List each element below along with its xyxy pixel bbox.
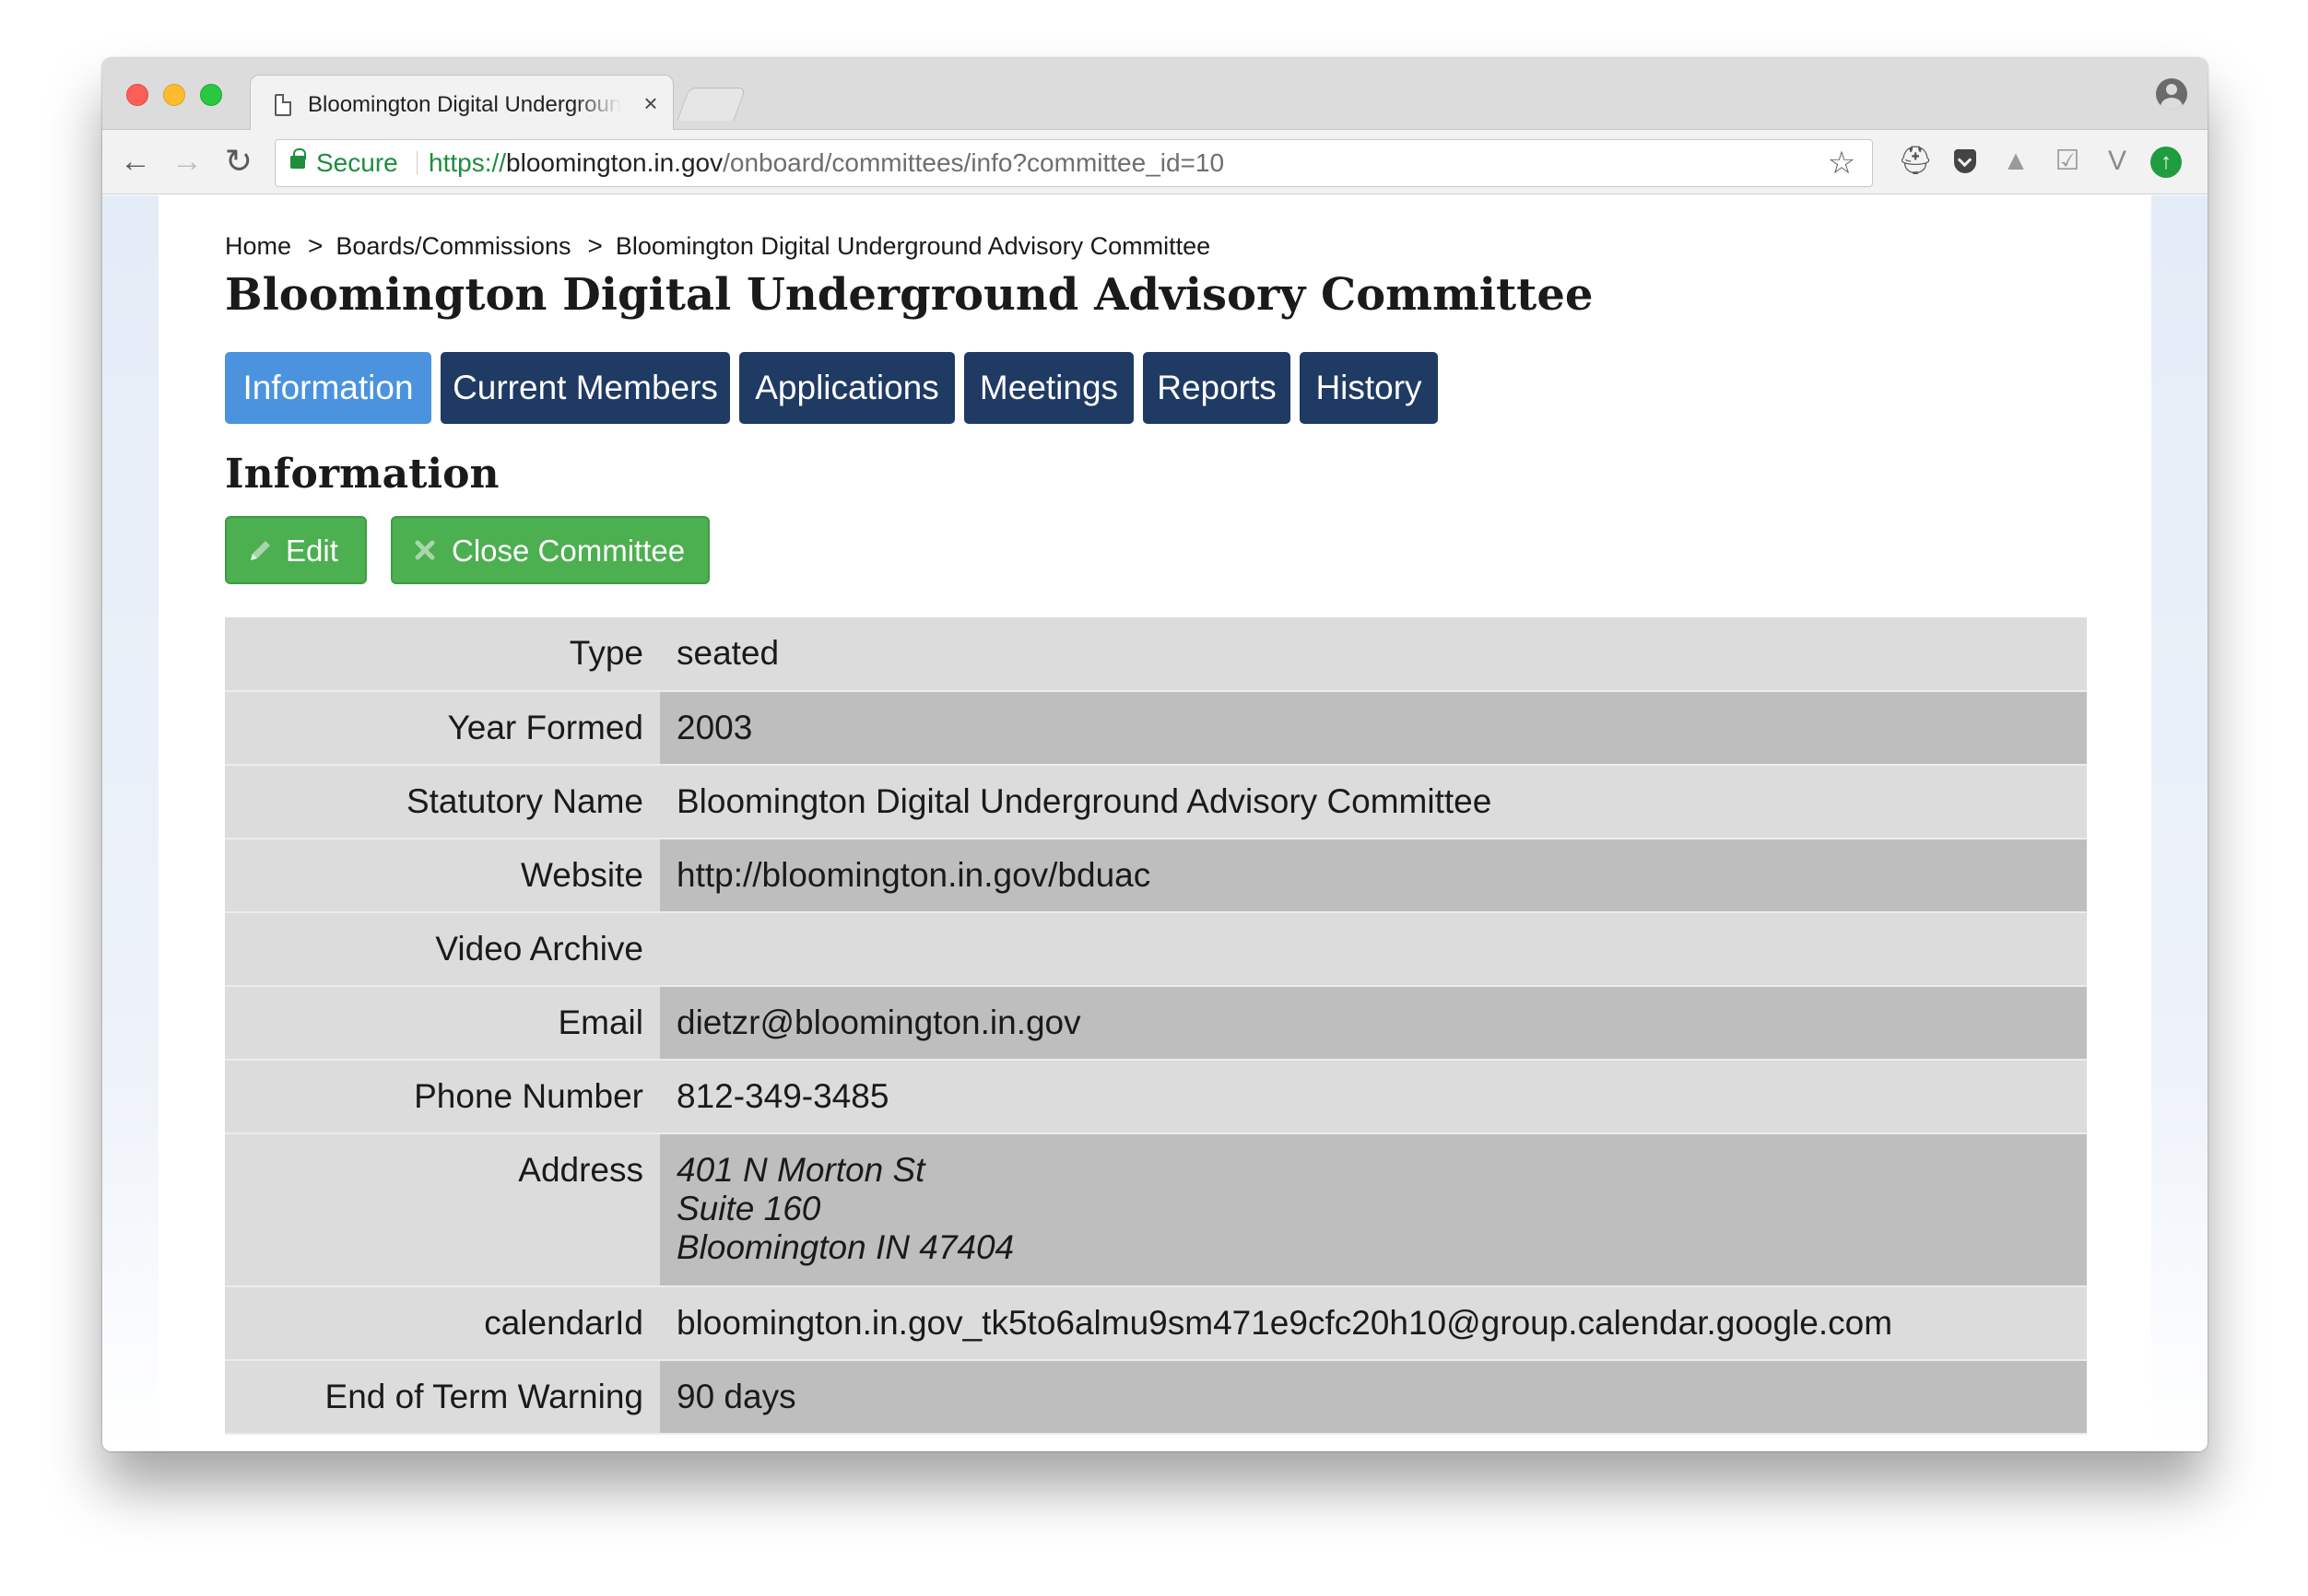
video-archive-value: [660, 912, 2087, 986]
close-committee-button[interactable]: Close Committee: [391, 516, 710, 584]
tab-strip: Bloomington Digital Underground Advisory…: [102, 58, 2208, 132]
statutory-name-label: Statutory Name: [225, 765, 660, 839]
page-icon: [275, 94, 291, 116]
forward-arrow-icon[interactable]: →: [167, 141, 207, 182]
table-row: Address 401 N Morton St Suite 160 Bloomi…: [225, 1133, 2087, 1286]
address-value: 401 N Morton St Suite 160 Bloomington IN…: [660, 1133, 2087, 1286]
phone-label: Phone Number: [225, 1060, 660, 1133]
edit-label: Edit: [286, 534, 338, 568]
pocket-extension-icon[interactable]: [1948, 145, 1981, 178]
upload-extension-icon[interactable]: ↑: [2150, 147, 2182, 178]
tab-applications[interactable]: Applications: [739, 352, 955, 424]
table-row: Type seated: [225, 617, 2087, 691]
zoom-window-button[interactable]: [200, 84, 222, 106]
minimize-window-button[interactable]: [163, 84, 185, 106]
vimium-extension-icon[interactable]: V: [2101, 145, 2134, 178]
breadcrumb-separator: >: [587, 231, 603, 260]
drive-extension-icon[interactable]: ▲: [1999, 145, 2032, 178]
new-tab-button[interactable]: [677, 88, 747, 121]
table-row: Year Formed 2003: [225, 691, 2087, 765]
close-window-button[interactable]: [126, 84, 148, 106]
profile-icon[interactable]: [2156, 78, 2187, 110]
page-content: Home > Boards/Commissions > Bloomington Digi…: [159, 195, 2151, 1451]
browser-tab-title: Bloomington Digital Underground Advisory…: [308, 92, 621, 117]
website-label: Website: [225, 839, 660, 912]
reload-icon[interactable]: ↻: [218, 141, 259, 182]
committee-info-table: Type seated Year Formed 2003 Statutory N…: [225, 617, 2087, 1435]
tab-information[interactable]: Information: [225, 352, 431, 424]
address-separator: [417, 151, 418, 175]
back-arrow-icon[interactable]: ←: [115, 141, 156, 182]
edit-button[interactable]: Edit: [225, 516, 367, 584]
close-tab-icon[interactable]: ×: [638, 88, 664, 118]
url-scheme: https://: [429, 148, 507, 177]
video-archive-label: Video Archive: [225, 912, 660, 986]
website-value[interactable]: http://bloomington.in.gov/bduac: [660, 839, 2087, 912]
year-formed-value: 2003: [660, 691, 2087, 765]
email-value[interactable]: dietzr@bloomington.in.gov: [660, 986, 2087, 1060]
close-committee-label: Close Committee: [452, 534, 686, 568]
address-line-3: Bloomington IN 47404: [677, 1228, 1015, 1266]
table-row: Website http://bloomington.in.gov/bduac: [225, 839, 2087, 912]
breadcrumb: Home > Boards/Commissions > Bloomington Digi…: [225, 230, 1210, 262]
end-of-term-warning-value: 90 days: [660, 1360, 2087, 1434]
phone-value: 812-349-3485: [660, 1060, 2087, 1133]
breadcrumb-home[interactable]: Home: [225, 232, 291, 260]
table-row: Video Archive: [225, 912, 2087, 986]
browser-window: Bloomington Digital Underground Advisory…: [102, 58, 2208, 1451]
table-row: calendarId bloomington.in.gov_tk5to6almu…: [225, 1286, 2087, 1360]
browser-tab-active[interactable]: Bloomington Digital Underground Advisory…: [250, 75, 674, 132]
statutory-name-value: Bloomington Digital Underground Advisory…: [660, 765, 2087, 839]
page-title: Bloomington Digital Underground Advisory…: [225, 269, 1594, 321]
breadcrumb-boards[interactable]: Boards/Commissions: [336, 232, 571, 260]
address-bar[interactable]: Secure https://bloomington.in.gov/onboar…: [275, 139, 1873, 187]
section-title: Information: [225, 451, 500, 498]
url-host: bloomington.in.gov: [506, 148, 724, 177]
lock-icon[interactable]: [290, 148, 306, 169]
address-line-2: Suite 160: [677, 1190, 821, 1227]
browser-toolbar: ← → ↻ Secure https://bloomington.in.gov/…: [102, 130, 2208, 194]
calendar-id-label: calendarId: [225, 1286, 660, 1360]
save-extension-icon[interactable]: ☑: [2051, 145, 2084, 178]
address-line-1: 401 N Morton St: [677, 1151, 925, 1189]
url-text[interactable]: https://bloomington.in.gov/onboard/commi…: [429, 140, 1224, 186]
type-value: seated: [660, 617, 2087, 691]
page-viewport: Home > Boards/Commissions > Bloomington Digi…: [102, 195, 2208, 1451]
close-x-icon: [415, 540, 435, 560]
pocket-icon: [1954, 149, 1976, 173]
type-label: Type: [225, 617, 660, 691]
tab-meetings[interactable]: Meetings: [964, 352, 1134, 424]
address-label: Address: [225, 1133, 660, 1286]
tab-current-members[interactable]: Current Members: [441, 352, 730, 424]
calendar-id-value: bloomington.in.gov_tk5to6almu9sm471e9cfc…: [660, 1286, 2087, 1360]
email-label: Email: [225, 986, 660, 1060]
secure-label[interactable]: Secure: [316, 140, 398, 186]
breadcrumb-current[interactable]: Bloomington Digital Underground Advisory…: [616, 232, 1210, 260]
year-formed-label: Year Formed: [225, 691, 660, 765]
url-path: /onboard/committees/info?committee_id=10: [723, 148, 1225, 177]
extension-icon-hat[interactable]: ⛑: [1898, 145, 1933, 178]
bookmark-star-icon[interactable]: ☆: [1824, 146, 1859, 181]
pencil-icon: [251, 541, 270, 560]
tab-reports[interactable]: Reports: [1143, 352, 1290, 424]
tab-history[interactable]: History: [1300, 352, 1438, 424]
breadcrumb-separator: >: [308, 231, 324, 260]
table-row: Statutory Name Bloomington Digital Under…: [225, 765, 2087, 839]
table-row: Phone Number 812-349-3485: [225, 1060, 2087, 1133]
table-row: Email dietzr@bloomington.in.gov: [225, 986, 2087, 1060]
table-row: End of Term Warning 90 days: [225, 1360, 2087, 1434]
end-of-term-warning-label: End of Term Warning: [225, 1360, 660, 1434]
